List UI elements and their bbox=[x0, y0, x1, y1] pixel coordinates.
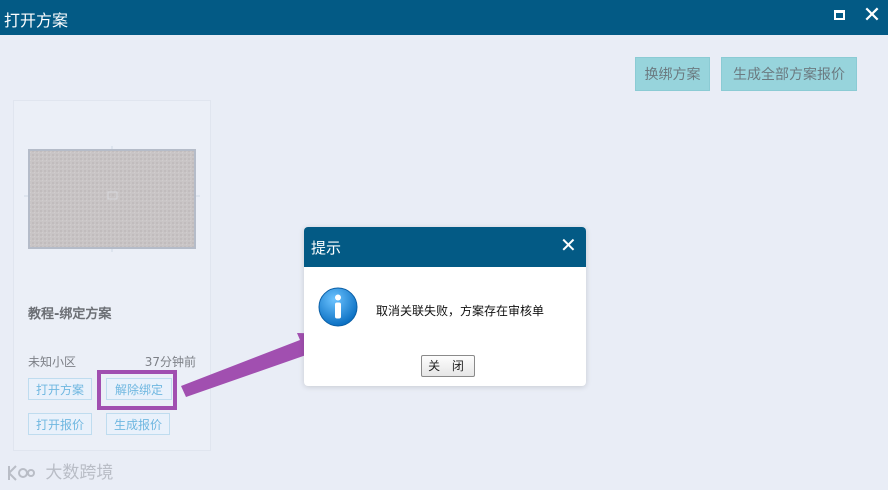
dialog-message: 取消关联失败，方案存在审核单 bbox=[376, 304, 545, 318]
dialog-close-button[interactable]: 关 闭 bbox=[421, 355, 475, 377]
watermark: 大数跨境 bbox=[6, 458, 113, 483]
watermark-logo-icon bbox=[8, 465, 35, 481]
plan-timestamp: 37分钟前 bbox=[144, 355, 196, 369]
close-icon[interactable]: ✕ bbox=[862, 5, 882, 27]
dialog-close-icon[interactable]: ✕ bbox=[560, 234, 577, 256]
window-title: 打开方案 bbox=[4, 11, 69, 30]
unbind-button[interactable]: 解除绑定 bbox=[106, 378, 172, 400]
watermark-text: 大数跨境 bbox=[45, 463, 114, 483]
open-quote-button[interactable]: 打开报价 bbox=[28, 413, 92, 435]
floorplan-thumbnail bbox=[24, 146, 200, 252]
dialog-header: 提示 ✕ bbox=[304, 227, 586, 267]
plan-location: 未知小区 bbox=[28, 355, 77, 369]
generate-quote-button[interactable]: 生成报价 bbox=[106, 413, 170, 435]
alert-dialog: 提示 ✕ 取消关联失败，方案存在审核单 关 闭 bbox=[304, 227, 586, 386]
info-icon bbox=[318, 287, 358, 327]
open-plan-button[interactable]: 打开方案 bbox=[28, 378, 92, 400]
plan-card[interactable]: 教程-绑定方案 未知小区 37分钟前 打开方案 解除绑定 打开报价 生成报价 bbox=[13, 100, 211, 451]
plan-name: 教程-绑定方案 bbox=[28, 307, 112, 322]
window-titlebar: 打开方案 ✕ bbox=[0, 0, 888, 35]
maximize-button[interactable] bbox=[830, 5, 850, 27]
dialog-title: 提示 bbox=[311, 239, 342, 257]
generate-all-quotes-button[interactable]: 生成全部方案报价 bbox=[721, 57, 857, 91]
maximize-icon bbox=[834, 10, 845, 20]
rebind-plan-button[interactable]: 换绑方案 bbox=[635, 57, 710, 91]
